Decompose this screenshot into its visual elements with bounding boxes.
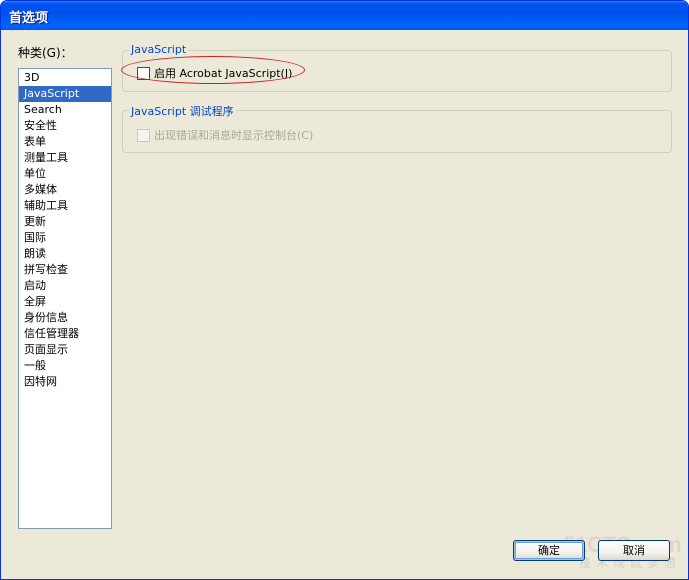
category-item[interactable]: 测量工具 [19,150,111,166]
cancel-button[interactable]: 取消 [598,540,670,561]
dialog-body: 种类(G)： 3D JavaScript Search 安全性 表单 测量工具 单位 多媒体辅… [4,30,685,576]
window-title: 首选项 [9,11,49,26]
category-item[interactable]: 更新 [19,214,111,230]
category-item[interactable]: 因特网 [19,374,111,390]
show-console-checkbox [137,128,150,142]
enable-js-row[interactable]: 启用 Acrobat JavaScript(J) [121,56,305,84]
category-item[interactable]: 朗读 [19,246,111,262]
category-item[interactable]: 单位 [19,166,111,182]
debugger-group-legend: JavaScript 调试程序 [129,103,236,119]
category-item[interactable]: 多媒体 [19,182,111,198]
category-item[interactable]: Search [19,102,111,118]
show-console-label: 出现错误和消息时显示控制台(C) [154,129,314,142]
category-item[interactable]: 全屏 [19,294,111,310]
category-item[interactable]: 启动 [19,278,111,294]
category-item[interactable]: 安全性 [19,118,111,134]
enable-js-label[interactable]: 启用 Acrobat JavaScript(J) [154,65,292,81]
category-item[interactable]: JavaScript [19,86,111,102]
preferences-dialog: 首选项 种类(G)： 3D JavaScript Search 安全性 表单 测量工具 单位… [0,0,689,580]
categories-label: 种类(G)： [18,46,73,60]
debugger-group: JavaScript 调试程序 出现错误和消息时显示控制台(C) [122,103,672,153]
category-item[interactable]: 辅助工具 [19,198,111,214]
ok-button[interactable]: 确定 [513,540,585,561]
category-item[interactable]: 拼写检查 [19,262,111,278]
show-console-row: 出现错误和消息时显示控制台(C) [137,127,313,143]
categories-list[interactable]: 3D JavaScript Search 安全性 表单 测量工具 单位 多媒体 辅助工具 更新 国际… [18,68,112,529]
category-item[interactable]: 国际 [19,230,111,246]
title-bar[interactable]: 首选项 [1,1,688,30]
category-item[interactable]: 信任管理器 [19,326,111,342]
category-item[interactable]: 表单 [19,134,111,150]
category-item[interactable]: 一般 [19,358,111,374]
javascript-group-legend: JavaScript [129,43,189,56]
enable-js-checkbox[interactable] [137,66,150,80]
javascript-group: JavaScript 启用 Acrobat JavaScript(J) [121,43,672,92]
category-item[interactable]: 身份信息 [19,310,111,326]
category-item[interactable]: 3D [19,70,111,86]
category-item[interactable]: 页面显示 [19,342,111,358]
